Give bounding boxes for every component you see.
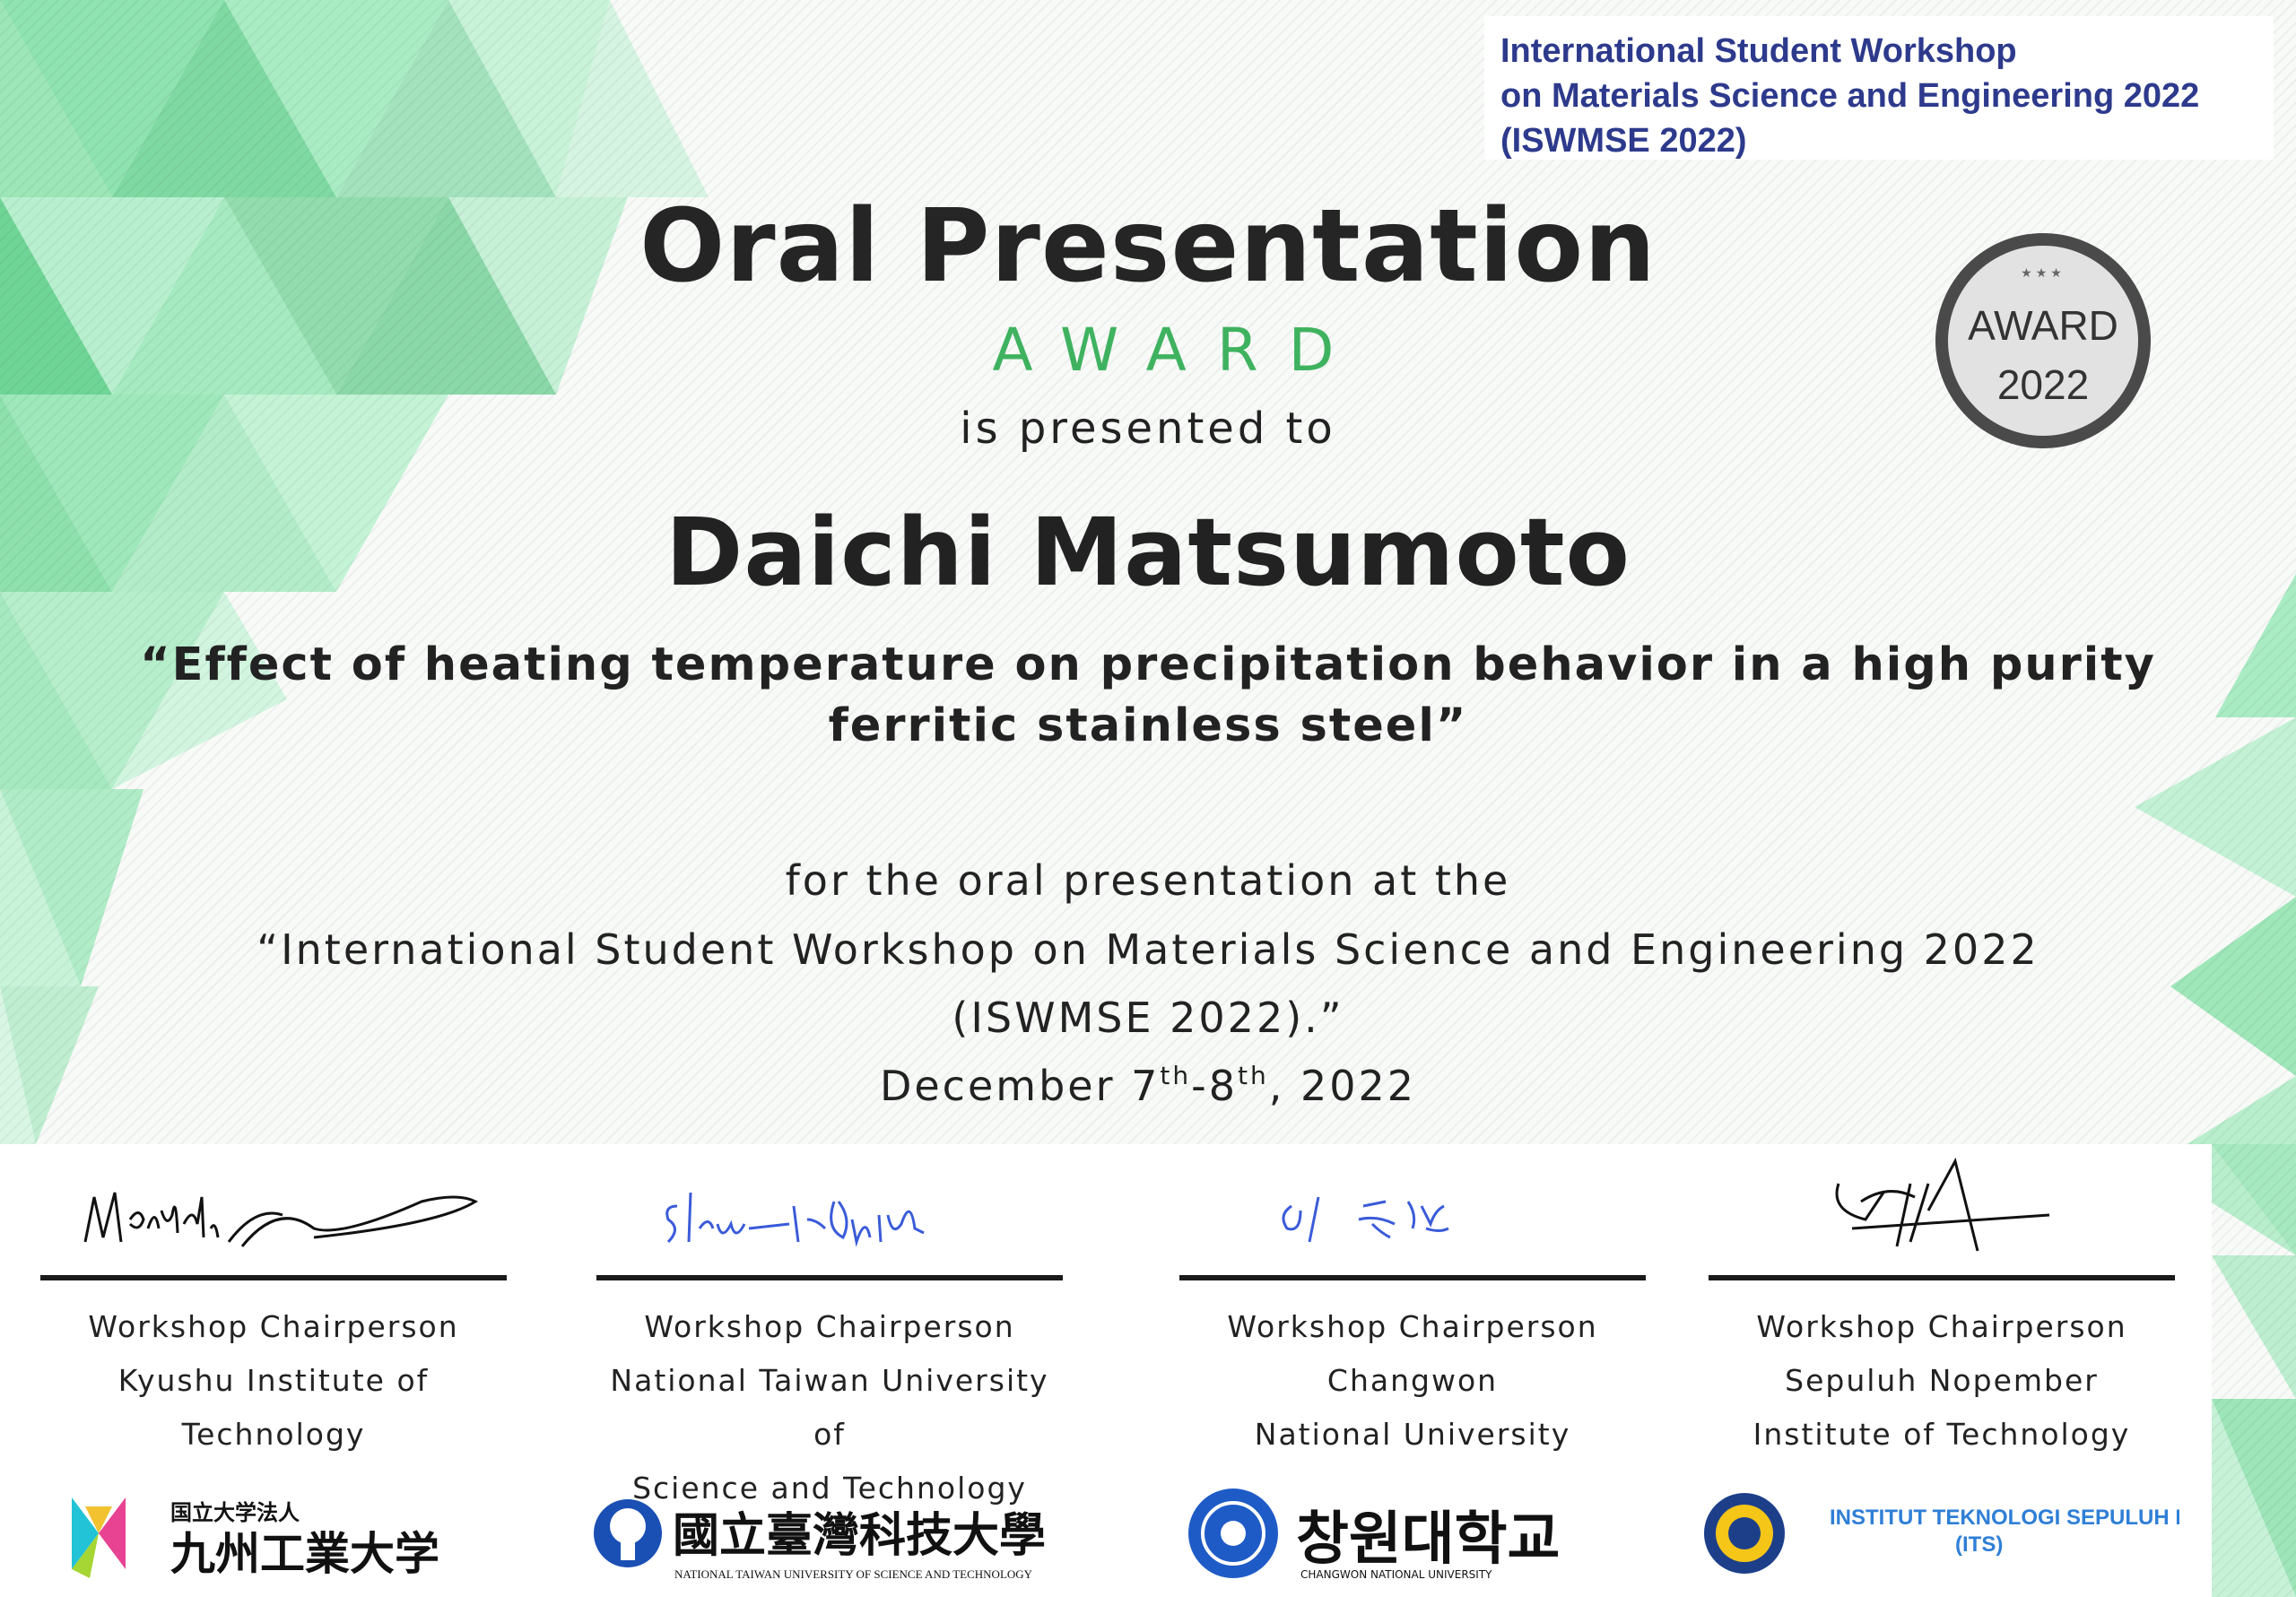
signatory-org-line-1: Sepuluh Nopember <box>1785 1363 2099 1398</box>
its-logo-sub-text: (ITS) <box>1955 1532 2003 1557</box>
signatory-role: Workshop Chairperson <box>88 1309 459 1344</box>
description-line-3: (ISWMSE 2022).” <box>952 994 1344 1042</box>
signature-kyushu <box>83 1192 479 1247</box>
header-line-1: International Student Workshop <box>1500 32 2017 70</box>
event-date: December 7th-8th, 2022 <box>879 1061 1417 1110</box>
kyutech-logo: 国立大学法人 九州工業大学 <box>72 1497 439 1580</box>
ntust-logo-sub-text: NATIONAL TAIWAN UNIVERSITY OF SCIENCE AN… <box>674 1567 1033 1581</box>
paper-title: “Effect of heating temperature on precip… <box>0 635 2296 757</box>
ntust-logo: 國立臺灣科技大學 NATIONAL TAIWAN UNIVERSITY OF S… <box>594 1499 1046 1581</box>
signatory-org-line-2: Institute of Technology <box>1752 1417 2131 1452</box>
signature-line <box>596 1275 1063 1280</box>
signatory-role: Workshop Chairperson <box>644 1309 1015 1344</box>
signature-its <box>1835 1157 2050 1252</box>
paper-title-line-2: ferritic stainless steel” <box>828 699 1468 752</box>
paper-title-line-1: “Effect of heating temperature on precip… <box>140 638 2156 691</box>
signatory-org-line-2: National University <box>1254 1417 1571 1452</box>
kyutech-logo-small-text: 国立大学法人 <box>170 1500 300 1525</box>
presented-to-text: is presented to <box>960 404 1336 454</box>
its-logo: INSTITUT TEKNOLOGI SEPULUH NOPEMBER (ITS… <box>1704 1493 2179 1574</box>
signatory-org-line-1: Changwon <box>1326 1363 1499 1398</box>
signature-changwon <box>1282 1196 1449 1243</box>
signatory-org-line-2: Technology <box>181 1417 366 1452</box>
signature-line <box>1709 1275 2175 1280</box>
ntust-logo-main-text: 國立臺灣科技大學 <box>673 1509 1046 1563</box>
workshop-header: International Student Workshop on Materi… <box>1484 16 2274 160</box>
changwon-logo: 창원대학교 CHANGWON NATIONAL UNIVERSITY <box>1188 1489 1560 1581</box>
header-line-2: on Materials Science and Engineering 202… <box>1500 77 2200 115</box>
signature-line <box>1179 1275 1646 1280</box>
header-line-3: (ISWMSE 2022) <box>1500 122 1747 160</box>
signatory-role: Workshop Chairperson <box>1227 1309 1598 1344</box>
changwon-logo-main-text: 창원대학교 <box>1296 1506 1560 1573</box>
its-logo-main-text: INSTITUT TEKNOLOGI SEPULUH NOPEMBER <box>1830 1506 2179 1530</box>
changwon-logo-sub-text: CHANGWON NATIONAL UNIVERSITY <box>1300 1568 1492 1581</box>
signature-ntust <box>665 1192 925 1247</box>
signatory-org-line-1: Kyushu Institute of <box>117 1363 430 1398</box>
signature-line <box>40 1275 507 1280</box>
certificate-title: Oral Presentation <box>639 188 1657 305</box>
signatory-org-line-1: National Taiwan University of <box>610 1363 1049 1452</box>
recipient-name: Daichi Matsumoto <box>665 498 1631 607</box>
kyutech-logo-main-text: 九州工業大学 <box>170 1528 439 1580</box>
description-line-1: for the oral presentation at the <box>785 856 1511 905</box>
signatory-role: Workshop Chairperson <box>1756 1309 2127 1344</box>
award-subtitle: AWARD <box>992 316 1365 385</box>
description-line-2: “International Student Workshop on Mater… <box>257 925 2039 974</box>
